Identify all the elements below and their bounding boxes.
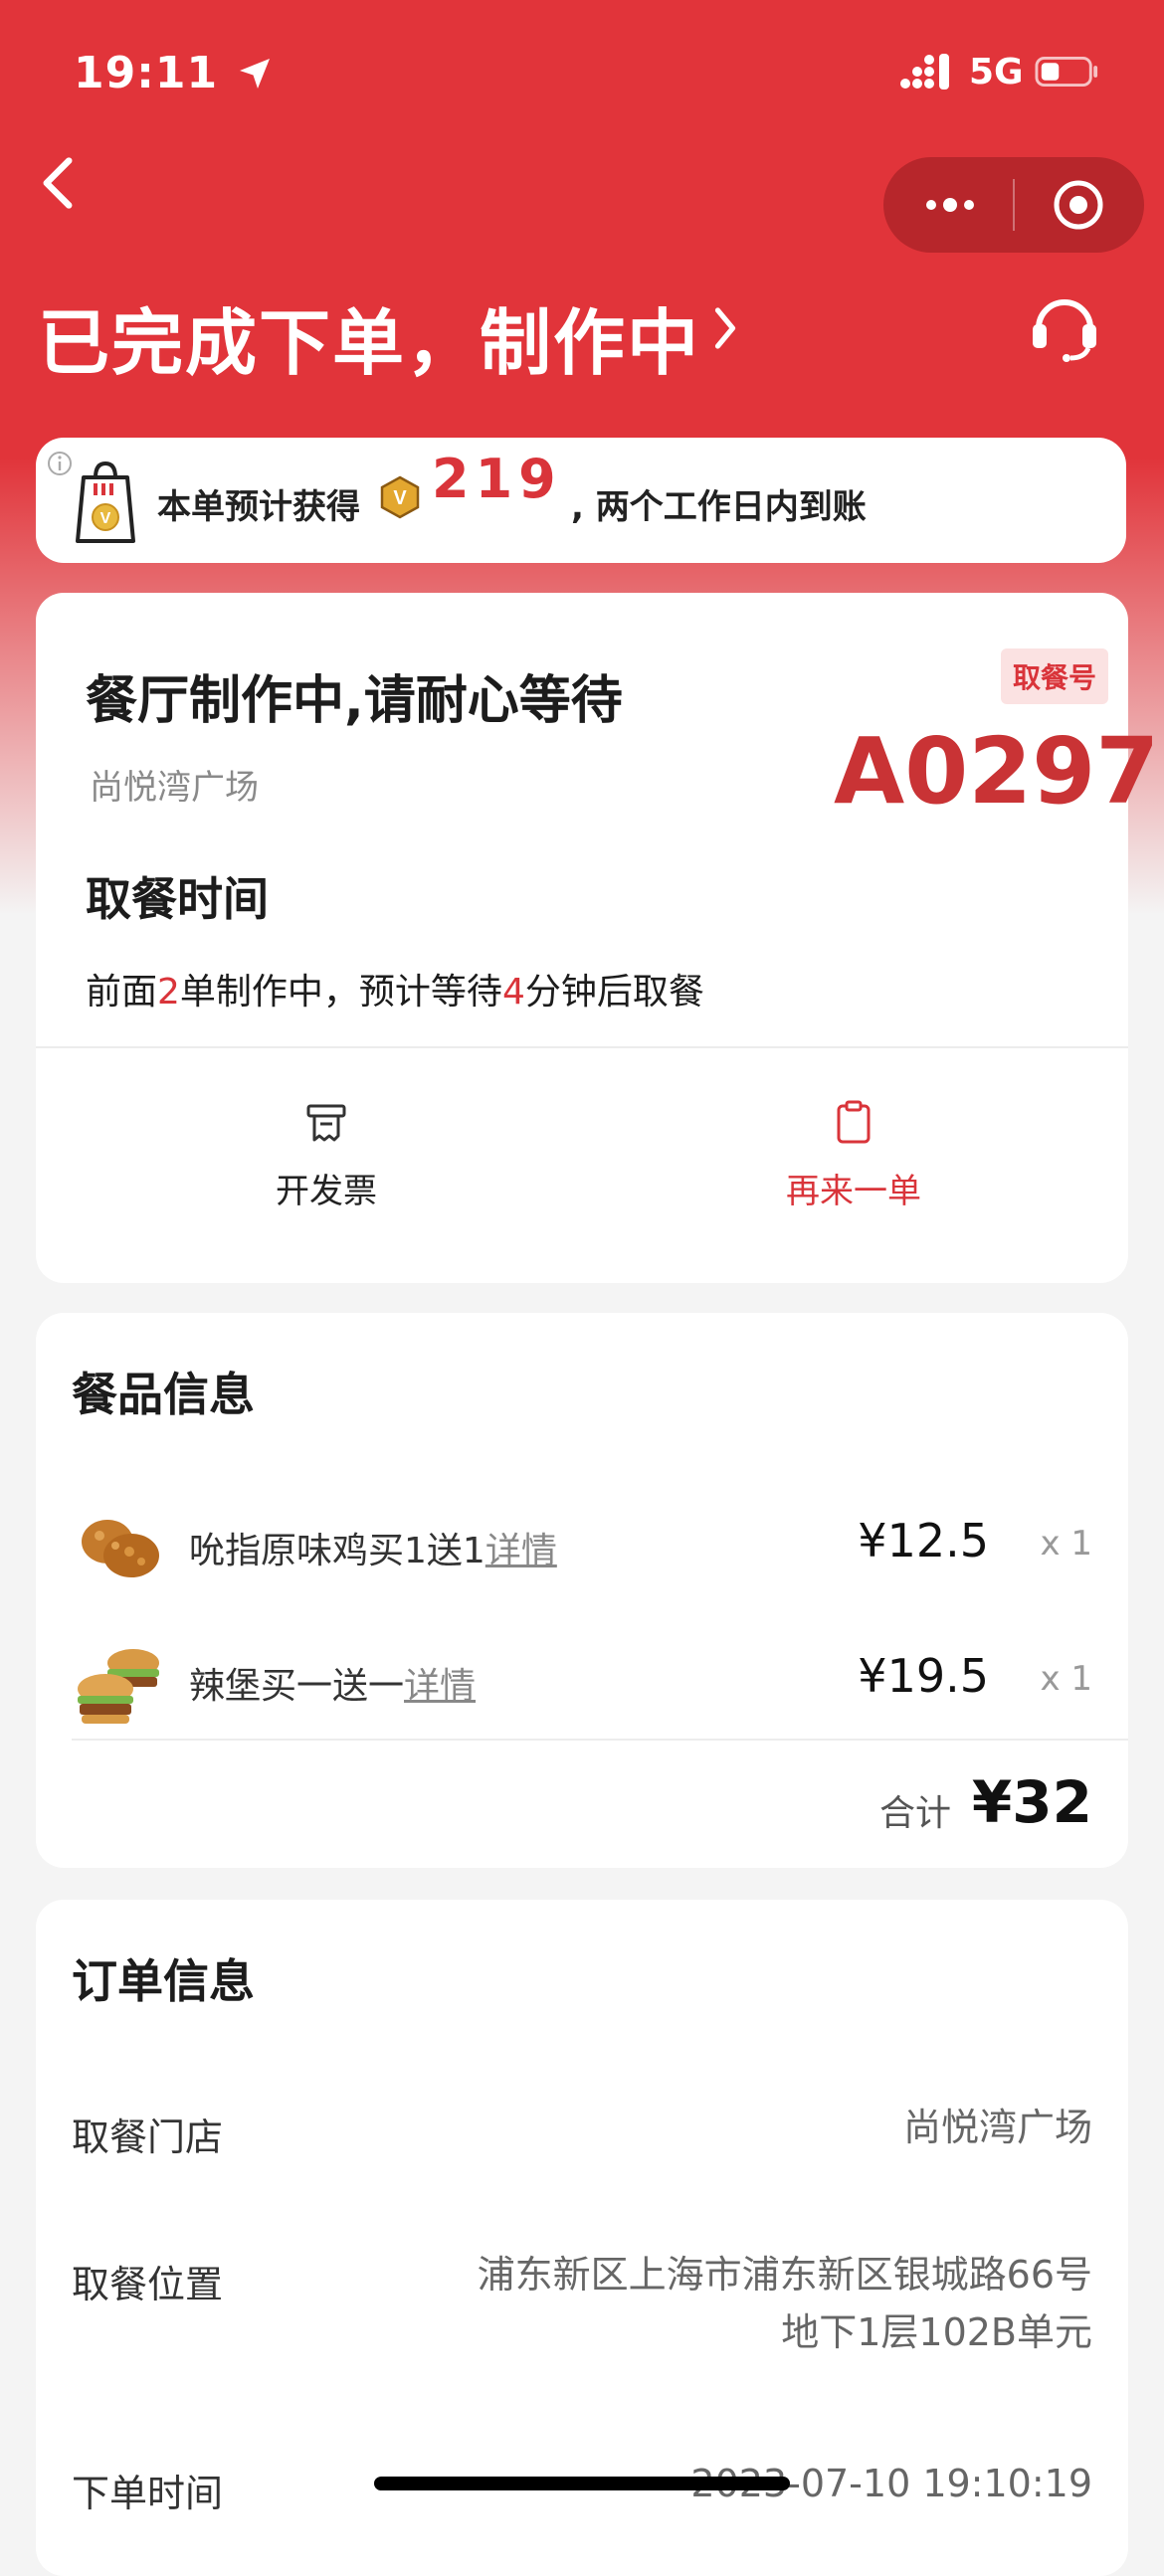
wait-minutes: 4 — [501, 972, 525, 1012]
points-value: 219 — [432, 448, 562, 510]
pickup-number-badge: 取餐号 — [1001, 648, 1109, 704]
pickup-location-value: 浦东新区上海市浦东新区银城路66号 地下1层102B单元 — [478, 2246, 1092, 2361]
food-item: 吮指原味鸡买1送1详情 ¥12.5 x 1 — [36, 1498, 1128, 1597]
pickup-store-label: 取餐门店 — [72, 2116, 224, 2159]
customer-service-icon[interactable] — [1027, 288, 1102, 364]
pickup-time-label: 取餐时间 — [86, 872, 269, 926]
points-banner[interactable]: V 本单预计获得 V 219 , 两个工作日内到账 — [36, 438, 1126, 563]
points-bag-icon: V — [76, 460, 135, 543]
burger-thumbnail — [78, 1649, 159, 1724]
queue-pre: 前面 — [86, 972, 158, 1012]
food-item-title: 吮指原味鸡买1送1 — [189, 1531, 485, 1571]
order-time-label: 下单时间 — [72, 2472, 224, 2515]
food-item-title: 辣堡买一送一 — [189, 1666, 405, 1707]
food-item-qty: x 1 — [1040, 1659, 1092, 1699]
location-arrow-icon — [240, 59, 270, 89]
invoice-label: 开发票 — [276, 1172, 377, 1211]
svg-text:V: V — [100, 510, 111, 527]
total-label: 合计 — [878, 1793, 951, 1834]
home-indicator[interactable] — [374, 2477, 790, 2490]
points-prefix: 本单预计获得 — [157, 487, 360, 527]
status-bar: 19:11 5G — [0, 0, 1164, 139]
order-info-title: 订单信息 — [72, 1954, 255, 2008]
queue-post: 分钟后取餐 — [524, 972, 704, 1012]
fried-chicken-thumbnail — [82, 1520, 159, 1577]
pickup-location-line1: 浦东新区上海市浦东新区银城路66号 — [477, 2253, 1092, 2297]
pickup-location-line2: 地下1层102B单元 — [781, 2310, 1092, 2354]
clipboard-icon — [837, 1100, 871, 1144]
queue-mid: 单制作中，预计等待 — [179, 972, 502, 1012]
back-icon[interactable] — [38, 155, 78, 211]
total-amount: ¥32 — [971, 1768, 1092, 1836]
status-time: 19:11 — [74, 48, 219, 98]
signal-icon — [900, 54, 949, 90]
order-status-card: 餐厅制作中,请耐心等待 尚悦湾广场 取餐号 A0297 取餐时间 前面2单制作中… — [36, 593, 1159, 1283]
food-item-name: 辣堡买一送一详情 — [189, 1657, 476, 1709]
v-coin-icon: V — [380, 475, 420, 519]
reorder-label: 再来一单 — [786, 1172, 921, 1211]
food-item-qty: x 1 — [1040, 1524, 1092, 1564]
close-mini-program-icon[interactable] — [1051, 177, 1106, 233]
svg-text:V: V — [393, 487, 407, 509]
capsule-divider — [1013, 179, 1015, 231]
battery-icon — [1035, 56, 1098, 88]
food-item-price: ¥12.5 — [858, 1514, 989, 1567]
orders-ahead-count: 2 — [157, 972, 180, 1012]
detail-link[interactable]: 详情 — [485, 1531, 557, 1571]
status-title: 餐厅制作中,请耐心等待 — [86, 671, 623, 731]
order-info-card: 订单信息 取餐门店 尚悦湾广场 取餐位置 浦东新区上海市浦东新区银城路66号 地… — [36, 1900, 1128, 2576]
invoice-icon — [306, 1104, 346, 1142]
network-type: 5G — [969, 52, 1024, 92]
info-icon[interactable] — [46, 450, 74, 477]
pickup-number: A0297 — [834, 718, 1160, 825]
invoice-button[interactable]: 开发票 — [217, 1098, 436, 1212]
pickup-location-label: 取餐位置 — [72, 2263, 224, 2306]
page-title[interactable]: 已完成下单，制作中 — [38, 284, 700, 389]
food-item: 辣堡买一送一详情 ¥19.5 x 1 — [36, 1633, 1128, 1733]
points-suffix: , 两个工作日内到账 — [571, 487, 867, 527]
reorder-button[interactable]: 再来一单 — [744, 1098, 963, 1212]
more-icon[interactable] — [921, 183, 979, 227]
detail-link[interactable]: 详情 — [404, 1666, 476, 1707]
card-divider — [36, 1046, 1128, 1048]
chevron-right-icon[interactable] — [710, 304, 740, 352]
food-item-price: ¥19.5 — [858, 1649, 989, 1703]
queue-status: 前面2单制作中，预计等待4分钟后取餐 — [86, 963, 704, 1014]
food-divider — [72, 1739, 1128, 1741]
food-item-name: 吮指原味鸡买1送1详情 — [189, 1522, 557, 1573]
food-info-title: 餐品信息 — [72, 1368, 255, 1421]
food-info-card: 餐品信息 吮指原味鸡买1送1详情 ¥12.5 x 1 辣堡买一送一详情 ¥19.… — [36, 1313, 1128, 1868]
mini-program-capsule — [883, 157, 1144, 253]
store-name: 尚悦湾广场 — [90, 768, 259, 808]
pickup-store-value: 尚悦湾广场 — [902, 2106, 1092, 2149]
